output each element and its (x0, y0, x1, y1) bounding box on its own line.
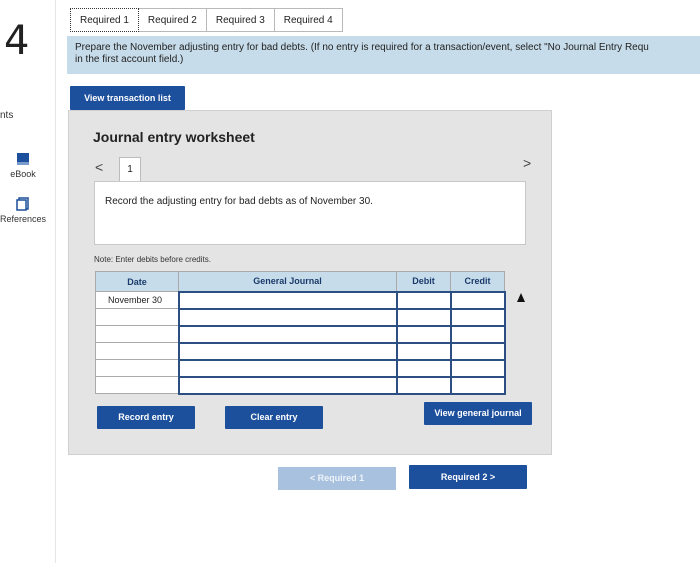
tab-required-3[interactable]: Required 3 (206, 8, 275, 32)
credit-input[interactable] (449, 290, 506, 310)
table-row: November 30 (95, 290, 506, 310)
view-general-journal-button[interactable]: View general journal (424, 402, 532, 425)
date-cell (95, 342, 179, 360)
debit-input[interactable] (395, 375, 452, 395)
table-row (95, 324, 506, 344)
account-input[interactable] (177, 324, 398, 344)
credit-input[interactable] (449, 324, 506, 344)
table-row (95, 307, 506, 327)
ebook-label: eBook (10, 169, 36, 179)
transaction-description: Record the adjusting entry for bad debts… (94, 181, 526, 245)
clear-entry-button[interactable]: Clear entry (225, 406, 323, 429)
debits-note: Note: Enter debits before credits. (94, 255, 211, 264)
instruction-line-1: Prepare the November adjusting entry for… (75, 42, 649, 53)
tab-required-2[interactable]: Required 2 (138, 8, 207, 32)
next-required-button[interactable]: Required 2 > (409, 465, 527, 489)
account-input[interactable] (177, 307, 398, 327)
debit-input[interactable] (395, 290, 452, 310)
debit-input[interactable] (395, 307, 452, 327)
references-label: References (0, 214, 47, 224)
tab-required-4[interactable]: Required 4 (274, 8, 343, 32)
instruction-banner: Prepare the November adjusting entry for… (67, 36, 700, 74)
date-header: Date (95, 271, 179, 292)
tab-required-1[interactable]: Required 1 (70, 8, 139, 32)
ebook-link[interactable]: eBook (0, 152, 46, 179)
date-cell (95, 359, 179, 377)
rail-divider (55, 0, 56, 563)
chevron-right-icon[interactable]: > (523, 155, 531, 171)
credit-header: Credit (450, 271, 505, 292)
account-input[interactable] (177, 358, 398, 378)
account-input[interactable] (177, 290, 398, 310)
mouse-cursor-icon (517, 293, 525, 302)
table-row (95, 375, 506, 395)
debit-input[interactable] (395, 358, 452, 378)
journal-table: Date General Journal Debit Credit Novemb… (95, 271, 506, 395)
table-row (95, 358, 506, 378)
account-input[interactable] (177, 341, 398, 361)
debit-input[interactable] (395, 324, 452, 344)
chevron-left-icon[interactable]: < (95, 159, 103, 175)
credit-input[interactable] (449, 358, 506, 378)
prev-required-button[interactable]: < Required 1 (278, 467, 396, 490)
references-link[interactable]: References (0, 197, 46, 224)
record-entry-button[interactable]: Record entry (97, 406, 195, 429)
worksheet-title: Journal entry worksheet (93, 129, 255, 145)
worksheet-page-tab[interactable]: 1 (119, 157, 141, 183)
question-number: 4 (4, 18, 30, 64)
points-label: nts (0, 110, 14, 121)
credit-input[interactable] (449, 341, 506, 361)
view-transaction-list-button[interactable]: View transaction list (70, 86, 185, 110)
debit-header: Debit (396, 271, 451, 292)
date-cell: November 30 (95, 291, 179, 309)
account-input[interactable] (177, 375, 398, 395)
date-cell (95, 376, 179, 394)
homework-page: 4 nts eBook References Required 1 Requir… (0, 0, 700, 563)
date-cell (95, 325, 179, 343)
documents-icon (16, 197, 29, 211)
book-icon (17, 153, 29, 165)
required-tabs: Required 1 Required 2 Required 3 Require… (70, 8, 343, 32)
debit-input[interactable] (395, 341, 452, 361)
instruction-line-2: in the first account field.) (75, 54, 184, 65)
general-journal-header: General Journal (178, 271, 397, 292)
date-cell (95, 308, 179, 326)
table-row (95, 341, 506, 361)
credit-input[interactable] (449, 375, 506, 395)
credit-input[interactable] (449, 307, 506, 327)
